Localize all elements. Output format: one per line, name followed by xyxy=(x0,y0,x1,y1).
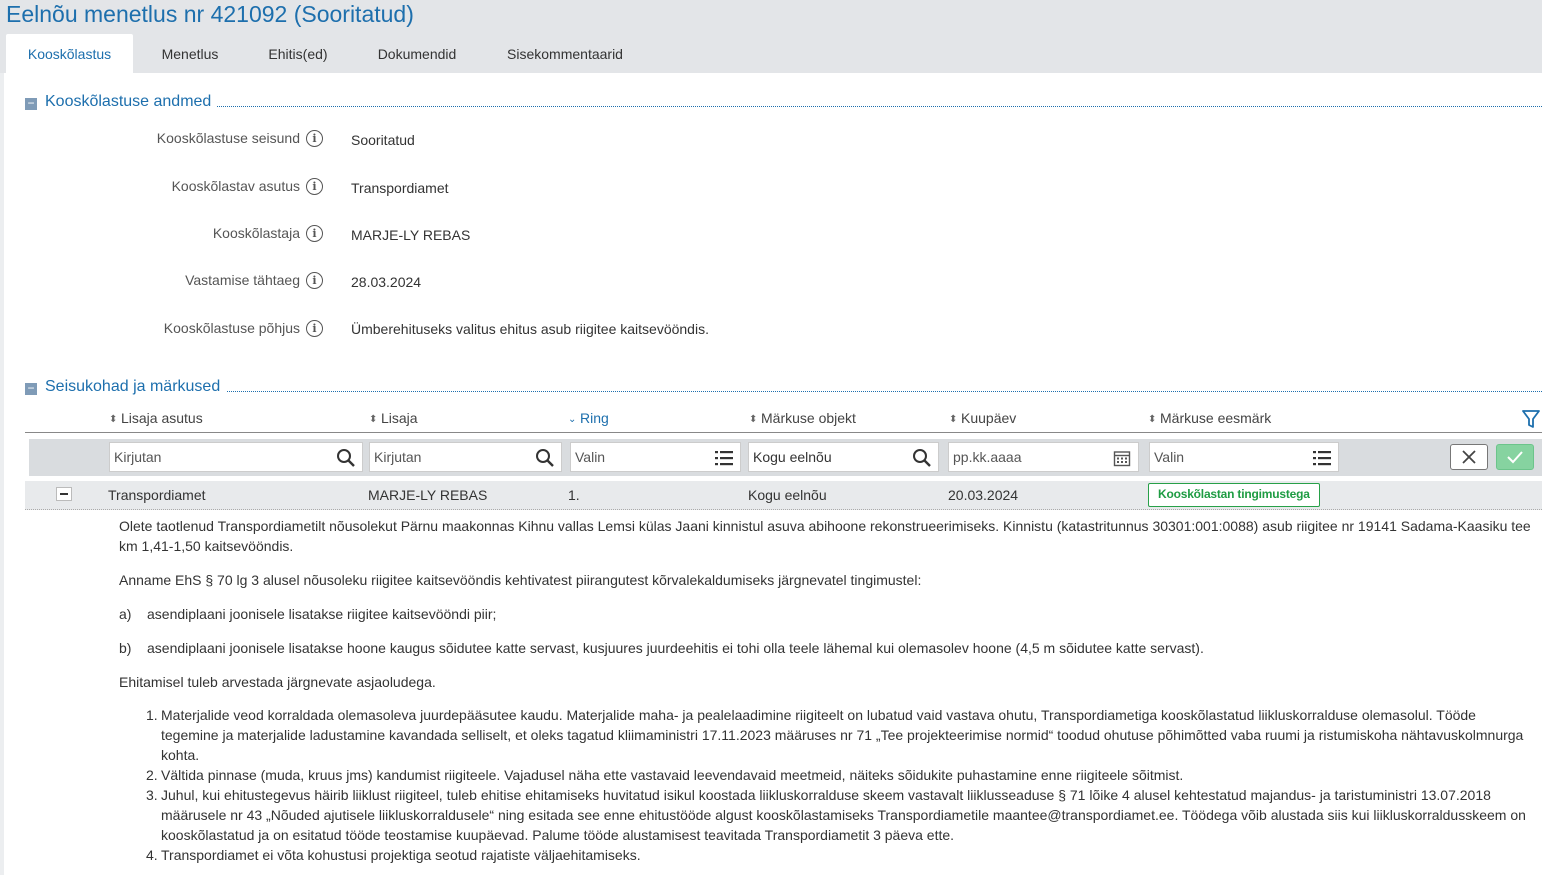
chevron-down-icon: ⌄ xyxy=(568,414,577,425)
filter-markuse-eesmark[interactable] xyxy=(1149,442,1339,472)
field-label-tahtaeg: Vastamise tähtaeg xyxy=(185,272,300,288)
sort-icon: ⬍ xyxy=(749,414,758,425)
status-badge: Kooskõlastan tingimustega xyxy=(1148,483,1320,507)
cell-ring: 1. xyxy=(568,487,580,503)
condition-text: asendiplaani joonisele lisatakse hoone k… xyxy=(147,640,1204,656)
cell-lisaja: MARJE-LY REBAS xyxy=(368,487,488,503)
date-input[interactable] xyxy=(953,443,1103,471)
column-label: Lisaja xyxy=(381,410,418,426)
section-kooskolastuse-andmed: − Kooskõlastuse andmed xyxy=(25,93,1542,115)
minus-icon[interactable]: − xyxy=(25,382,37,395)
tab-kooskolastus[interactable]: Kooskõlastus xyxy=(6,34,133,73)
field-label-pohjus: Kooskõlastuse põhjus xyxy=(163,320,300,336)
cell-markuse-objekt: Kogu eelnõu xyxy=(748,487,827,503)
field-value-pohjus: Ümberehituseks valitus ehitus asub riigi… xyxy=(351,321,709,337)
collapse-row-icon[interactable] xyxy=(56,487,72,501)
field-value-kooskolastaja: MARJE-LY REBAS xyxy=(351,227,471,243)
header-divider xyxy=(25,432,1542,433)
filter-kuupaev xyxy=(948,442,1139,472)
close-icon xyxy=(1462,450,1476,464)
section-seisukohad: − Seisukohad ja märkused xyxy=(25,378,1542,400)
list-icon[interactable] xyxy=(714,448,734,468)
list-item: Vältida pinnase (muda, kruus jms) kandum… xyxy=(161,767,1184,783)
column-label: Märkuse objekt xyxy=(761,410,856,426)
section-divider xyxy=(45,391,1542,392)
column-header-lisaja[interactable]: ⬍ Lisaja xyxy=(369,410,418,426)
filter-input[interactable] xyxy=(575,443,705,471)
list-item-number: 4. xyxy=(146,847,158,863)
search-icon[interactable] xyxy=(912,448,932,468)
field-value-seisund: Sooritatud xyxy=(351,132,415,148)
filter-ring[interactable] xyxy=(570,442,741,472)
column-label: Lisaja asutus xyxy=(121,410,203,426)
column-header-lisaja-asutus[interactable]: ⬍ Lisaja asutus xyxy=(109,410,203,426)
left-edge xyxy=(0,73,4,875)
info-icon[interactable]: i xyxy=(306,272,323,289)
column-header-ring[interactable]: ⌄ Ring xyxy=(568,410,609,426)
filter-input[interactable] xyxy=(374,443,534,471)
field-label-asutus: Kooskõlastav asutus xyxy=(171,178,300,194)
sort-icon: ⬍ xyxy=(369,414,378,425)
section-title: Seisukohad ja märkused xyxy=(45,378,227,396)
list-item-number: 1. xyxy=(146,707,158,723)
list-item: Materjalide veod korraldada olemasoleva … xyxy=(161,707,1524,763)
sort-icon: ⬍ xyxy=(949,414,958,425)
filter-input[interactable] xyxy=(114,443,334,471)
calendar-icon[interactable] xyxy=(1112,448,1132,468)
condition-text: asendiplaani joonisele lisatakse riigite… xyxy=(147,606,497,622)
list-item-number: 3. xyxy=(146,787,158,803)
section-title: Kooskõlastuse andmed xyxy=(45,93,218,111)
filter-markuse-objekt xyxy=(748,442,939,472)
field-value-asutus: Transpordiamet xyxy=(351,180,449,196)
info-icon[interactable]: i xyxy=(306,320,323,337)
column-label: Kuupäev xyxy=(961,410,1017,426)
sort-icon: ⬍ xyxy=(109,414,118,425)
section-divider xyxy=(45,106,1542,107)
filter-input[interactable] xyxy=(1154,443,1304,471)
filter-lisaja-asutus xyxy=(109,442,363,472)
list-item-number: 2. xyxy=(146,767,158,783)
apply-filters-button[interactable] xyxy=(1496,444,1534,470)
cell-kuupaev: 20.03.2024 xyxy=(948,487,1019,503)
column-label: Ring xyxy=(580,410,609,426)
cell-lisaja-asutus: Transpordiamet xyxy=(108,487,206,503)
page-title: Eelnõu menetlus nr 421092 (Sooritatud) xyxy=(6,1,414,27)
info-icon[interactable]: i xyxy=(306,178,323,195)
detail-paragraph: Ehitamisel tuleb arvestada järgnevate as… xyxy=(119,674,436,690)
minus-icon[interactable]: − xyxy=(25,97,37,110)
field-label-kooskolastaja: Kooskõlastaja xyxy=(212,225,300,241)
column-label: Märkuse eesmärk xyxy=(1160,410,1272,426)
clear-filters-button[interactable] xyxy=(1450,444,1488,470)
check-icon xyxy=(1507,451,1523,464)
list-icon[interactable] xyxy=(1312,448,1332,468)
filter-lisaja xyxy=(369,442,562,472)
search-icon[interactable] xyxy=(336,448,356,468)
tab-dokumendid[interactable]: Dokumendid xyxy=(356,34,478,73)
filter-input[interactable] xyxy=(753,443,911,471)
detail-paragraph: Anname EhS § 70 lg 3 alusel nõusoleku ri… xyxy=(119,572,922,588)
detail-paragraph: Olete taotlenud Transpordiametilt nõusol… xyxy=(119,518,1531,554)
field-label-seisund: Kooskõlastuse seisund xyxy=(156,130,300,146)
column-header-markuse-eesmark[interactable]: ⬍ Märkuse eesmärk xyxy=(1148,410,1271,426)
filter-icon[interactable] xyxy=(1522,409,1540,429)
column-header-markuse-objekt[interactable]: ⬍ Märkuse objekt xyxy=(749,410,856,426)
sort-icon: ⬍ xyxy=(1148,414,1157,425)
list-item: Juhul, kui ehitustegevus häirib liiklust… xyxy=(161,787,1526,843)
tab-sisekommentaarid[interactable]: Sisekommentaarid xyxy=(486,34,644,73)
column-header-kuupaev[interactable]: ⬍ Kuupäev xyxy=(949,410,1016,426)
condition-label: a) xyxy=(119,606,132,622)
condition-label: b) xyxy=(119,640,132,656)
tab-menetlus[interactable]: Menetlus xyxy=(141,34,239,73)
field-value-tahtaeg: 28.03.2024 xyxy=(351,274,422,290)
info-icon[interactable]: i xyxy=(306,225,323,242)
list-item: Transpordiamet ei võta kohustusi projekt… xyxy=(161,847,641,863)
tab-ehitised[interactable]: Ehitis(ed) xyxy=(248,34,348,73)
info-icon[interactable]: i xyxy=(306,130,323,147)
search-icon[interactable] xyxy=(535,448,555,468)
